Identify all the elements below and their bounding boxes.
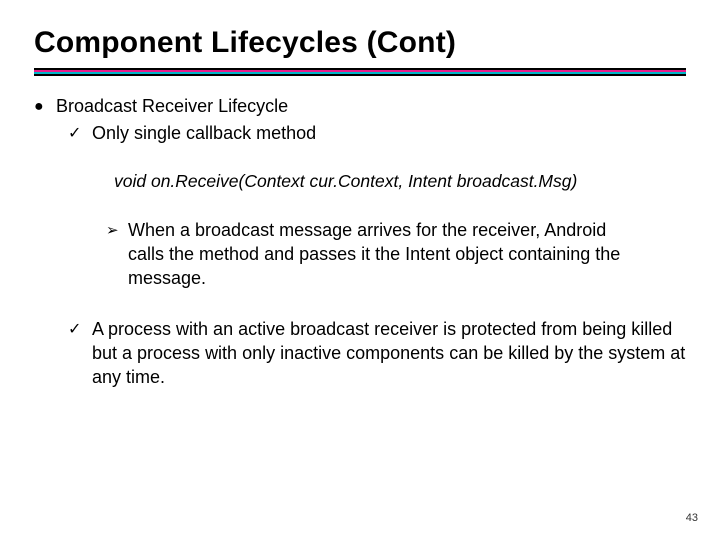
bullet-text: A process with an active broadcast recei… bbox=[92, 317, 686, 390]
slide-title: Component Lifecycles (Cont) bbox=[34, 26, 686, 60]
title-divider bbox=[34, 68, 686, 76]
bullet-text: Only single callback method bbox=[92, 121, 686, 145]
checkmark-icon: ✓ bbox=[68, 317, 92, 342]
bullet-level2: ✓ Only single callback method bbox=[68, 121, 686, 146]
arrow-icon: ➢ bbox=[106, 218, 128, 243]
slide: Component Lifecycles (Cont) ● Broadcast … bbox=[0, 0, 720, 540]
page-number: 43 bbox=[686, 512, 698, 524]
bullet-level3: ➢ When a broadcast message arrives for t… bbox=[106, 218, 686, 291]
bullet-dot-icon: ● bbox=[34, 94, 56, 119]
slide-content: ● Broadcast Receiver Lifecycle ✓ Only si… bbox=[34, 94, 686, 389]
bullet-level1: ● Broadcast Receiver Lifecycle bbox=[34, 94, 686, 119]
checkmark-icon: ✓ bbox=[68, 121, 92, 146]
bullet-level2: ✓ A process with an active broadcast rec… bbox=[68, 317, 686, 390]
bullet-text: Broadcast Receiver Lifecycle bbox=[56, 94, 686, 118]
bullet-text: When a broadcast message arrives for the… bbox=[128, 218, 646, 291]
code-signature: void on.Receive(Context cur.Context, Int… bbox=[114, 170, 686, 194]
